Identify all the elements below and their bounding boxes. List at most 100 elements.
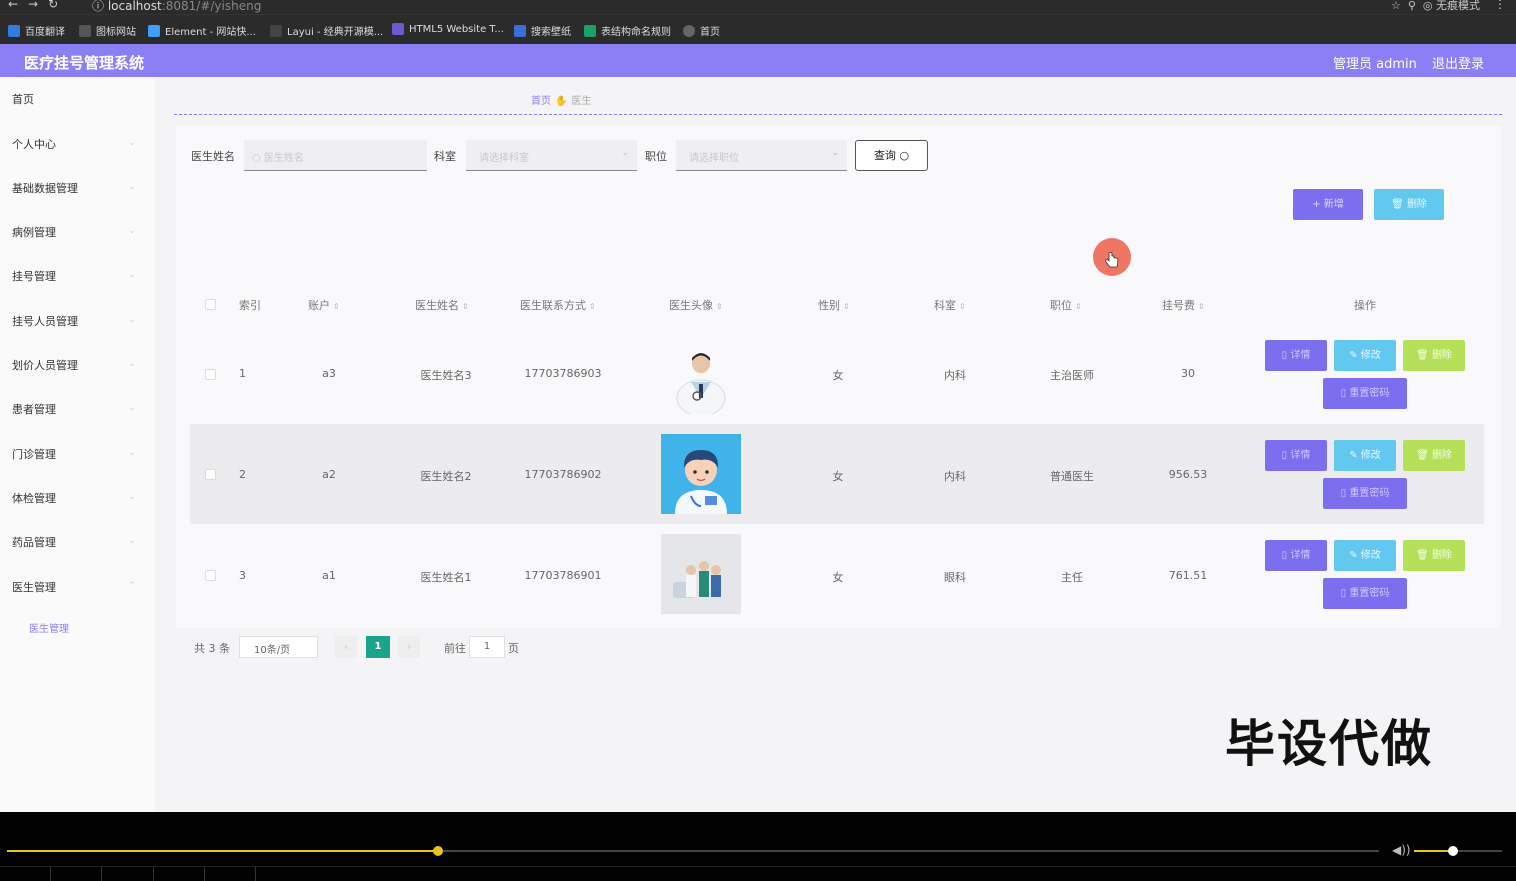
sidebar-item-profile[interactable]: 个人中心 xyxy=(12,136,56,152)
sidebar-item-pricing-staff[interactable]: 划价人员管理 xyxy=(12,357,78,373)
cell-index: 2 xyxy=(239,468,246,481)
next-page-button[interactable]: › xyxy=(398,636,420,658)
sidebar-subitem-doctors[interactable]: 医生管理 xyxy=(29,620,69,635)
cell-position: 普通医生 xyxy=(1050,470,1094,483)
col-position[interactable]: 职位 ⇕ xyxy=(1050,297,1082,313)
sidebar-item-drugs[interactable]: 药品管理 xyxy=(12,534,56,550)
col-doctor-avatar[interactable]: 医生头像 ⇕ xyxy=(669,297,723,313)
sidebar-item-outpatient[interactable]: 门诊管理 xyxy=(12,446,56,462)
chevron-down-icon: ⌄ xyxy=(128,270,136,280)
trash-icon: 🗑 xyxy=(1391,199,1407,210)
progress-fill xyxy=(7,850,438,852)
row-checkbox[interactable] xyxy=(205,570,216,581)
col-account[interactable]: 账户 ⇕ xyxy=(308,297,340,313)
sidebar-item-registrar-staff[interactable]: 挂号人员管理 xyxy=(12,313,78,329)
translate-icon xyxy=(8,24,20,37)
col-doctor-name[interactable]: 医生姓名 ⇕ xyxy=(415,297,469,313)
volume-icon[interactable]: ◀)) xyxy=(1392,843,1411,857)
chevron-down-icon: ⌄ xyxy=(128,226,136,236)
cell-department: 内科 xyxy=(944,369,966,382)
edit-button[interactable]: ✎ 修改 xyxy=(1334,340,1396,371)
edit-button[interactable]: ✎ 修改 xyxy=(1334,440,1396,471)
add-button[interactable]: + 新增 xyxy=(1293,189,1363,220)
sort-icon: ⇕ xyxy=(959,302,966,311)
query-button[interactable]: 查询 ○ xyxy=(855,140,928,171)
table-row: 3 a1 医生姓名1 17703786901 女 眼科 主任 761.51 ▯ … xyxy=(190,524,1484,624)
cell-position: 主任 xyxy=(1061,571,1083,584)
detail-button[interactable]: ▯ 详情 xyxy=(1265,440,1327,471)
prev-page-button[interactable]: ‹ xyxy=(335,636,357,658)
incognito-label: ☆ ⚲ ◎ 无痕模式 xyxy=(1391,0,1480,12)
browser-nav-icons[interactable]: ←→↻ xyxy=(8,0,68,11)
edit-button[interactable]: ✎ 修改 xyxy=(1334,540,1396,571)
position-filter-label: 职位 xyxy=(645,150,667,163)
chevron-down-icon: ⌄ xyxy=(128,182,136,192)
goto-page-input[interactable]: 1 xyxy=(469,636,505,658)
chevron-up-icon: ⌃ xyxy=(128,581,136,591)
cell-index: 1 xyxy=(239,367,246,380)
bookmark-item[interactable]: 图标网站 xyxy=(79,23,136,38)
browser-menu-icon[interactable]: ⋮ xyxy=(1494,0,1506,11)
url-host: localhost xyxy=(107,0,162,13)
dept-select[interactable]: 请选择科室 ⌄ xyxy=(466,140,637,171)
cell-account: a3 xyxy=(322,367,336,380)
sidebar-item-patients[interactable]: 患者管理 xyxy=(12,401,56,417)
select-all-checkbox[interactable] xyxy=(205,299,216,310)
reset-password-button[interactable]: ▯ 重置密码 xyxy=(1323,478,1407,509)
bookmark-item[interactable]: 搜索壁纸 xyxy=(514,23,571,38)
bookmark-item[interactable]: 首页 xyxy=(683,23,720,38)
sidebar-item-base-data[interactable]: 基础数据管理 xyxy=(12,180,78,196)
chevron-down-icon: ⌄ xyxy=(128,315,136,325)
reset-password-button[interactable]: ▯ 重置密码 xyxy=(1323,378,1407,409)
wallpaper-icon xyxy=(514,24,526,37)
admin-label: 管理员 admin xyxy=(1333,57,1417,72)
chevron-down-icon: ⌄ xyxy=(128,448,136,458)
bookmark-item[interactable]: Element - 网站快... xyxy=(148,23,256,38)
delete-button[interactable]: 🗑 删除 xyxy=(1403,440,1465,471)
breadcrumb: 首页 ✋ 医生 xyxy=(531,92,591,107)
name-filter-label: 医生姓名 xyxy=(191,150,235,163)
cell-phone: 17703786902 xyxy=(524,468,602,481)
logout-link[interactable]: 退出登录 xyxy=(1432,53,1484,72)
bookmark-item[interactable]: 表结构命名规则 xyxy=(584,23,671,38)
breadcrumb-home[interactable]: 首页 xyxy=(531,96,551,107)
element-logo-icon xyxy=(148,24,160,37)
chevron-down-icon: ⌄ xyxy=(128,536,136,546)
divider xyxy=(174,114,1502,115)
volume-handle[interactable] xyxy=(1447,846,1458,856)
sidebar-item-checkup[interactable]: 体检管理 xyxy=(12,490,56,506)
browser-toolbar: ←→↻ ⓘ localhost:8081/#/yisheng ☆ ⚲ ◎ 无痕模… xyxy=(0,0,1516,14)
page-number-current[interactable]: 1 xyxy=(366,636,390,658)
sort-icon: ⇕ xyxy=(462,302,469,311)
position-select[interactable]: 请选择职位 ⌄ xyxy=(676,140,847,171)
progress-track[interactable] xyxy=(7,846,1379,856)
volume-track[interactable] xyxy=(1414,846,1502,856)
col-doctor-phone[interactable]: 医生联系方式 ⇕ xyxy=(520,297,596,313)
progress-handle[interactable] xyxy=(432,846,443,856)
delete-button[interactable]: 🗑 删除 xyxy=(1403,340,1465,371)
bookmark-item[interactable]: HTML5 Website T... xyxy=(392,23,504,35)
delete-button[interactable]: 🗑 删除 xyxy=(1403,540,1465,571)
detail-button[interactable]: ▯ 详情 xyxy=(1265,540,1327,571)
sidebar-item-home[interactable]: 首页 xyxy=(12,91,34,107)
hand-icon: ✋ xyxy=(555,96,568,107)
bookmark-item[interactable]: Layui - 经典开源模... xyxy=(270,23,383,38)
col-fee[interactable]: 挂号费 ⇕ xyxy=(1162,297,1205,313)
detail-button[interactable]: ▯ 详情 xyxy=(1265,340,1327,371)
name-search-input[interactable]: ○ 医生姓名 xyxy=(244,140,427,171)
reset-password-button[interactable]: ▯ 重置密码 xyxy=(1323,578,1407,609)
sidebar-item-doctors[interactable]: 医生管理 xyxy=(12,579,56,595)
pagination-total: 共 3 条 xyxy=(194,642,230,655)
page-size-select[interactable]: 10条/页 xyxy=(239,636,318,658)
address-bar[interactable]: ⓘ localhost:8081/#/yisheng xyxy=(92,0,261,14)
col-gender[interactable]: 性别 ⇕ xyxy=(818,297,850,313)
batch-delete-button[interactable]: 🗑 删除 xyxy=(1374,189,1444,220)
pencil-icon: ✎ xyxy=(1349,350,1361,361)
row-checkbox[interactable] xyxy=(205,469,216,480)
globe-icon xyxy=(683,24,695,37)
row-checkbox[interactable] xyxy=(205,369,216,380)
bookmark-item[interactable]: 百度翻译 xyxy=(8,23,65,38)
sidebar-item-cases[interactable]: 病例管理 xyxy=(12,224,56,240)
sidebar-item-registration[interactable]: 挂号管理 xyxy=(12,268,56,284)
col-department[interactable]: 科室 ⇕ xyxy=(934,297,966,313)
